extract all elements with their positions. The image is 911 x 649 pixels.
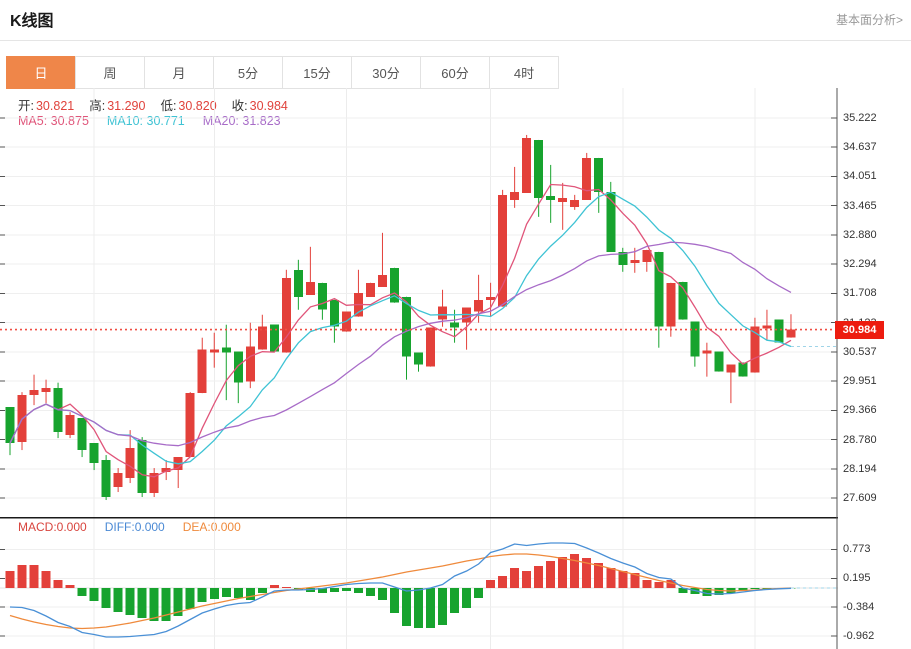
axis-label: -0.384 (843, 600, 905, 614)
axis-label: 34.637 (843, 140, 905, 154)
axis-label: 32.880 (843, 228, 905, 242)
axis-label: 35.222 (843, 111, 905, 125)
tab-60min[interactable]: 60分 (420, 56, 490, 89)
tab-15min[interactable]: 15分 (282, 56, 352, 89)
fundamental-analysis-link[interactable]: 基本面分析> (836, 11, 903, 28)
tab-5min[interactable]: 5分 (213, 56, 283, 89)
axis-label: 30.537 (843, 345, 905, 359)
tab-day[interactable]: 日 (6, 56, 76, 89)
tab-30min[interactable]: 30分 (351, 56, 421, 89)
candlestick-chart[interactable] (0, 88, 838, 649)
period-tab-bar: 日 周 月 5分 15分 30分 60分 4时 (7, 56, 559, 89)
page-title: K线图 (10, 7, 54, 31)
header-divider (0, 40, 911, 41)
tab-4hour[interactable]: 4时 (489, 56, 559, 89)
axis-label: 28.194 (843, 462, 905, 476)
tab-month[interactable]: 月 (144, 56, 214, 89)
axis-label: 28.780 (843, 433, 905, 447)
axis-label: 34.051 (843, 169, 905, 183)
tab-week[interactable]: 周 (75, 56, 145, 89)
kline-chart-widget: K线图 基本面分析> 日 周 月 5分 15分 30分 60分 4时 开:30.… (0, 0, 911, 649)
axis-label: 0.773 (843, 542, 905, 556)
axis-label: 0.195 (843, 571, 905, 585)
axis-label: 29.951 (843, 374, 905, 388)
current-price-tag: 30.984 (835, 321, 884, 339)
axis-label: 27.609 (843, 491, 905, 505)
axis-label: 29.366 (843, 403, 905, 417)
axis-label: 31.708 (843, 286, 905, 300)
axis-label: -0.962 (843, 629, 905, 643)
axis-label: 32.294 (843, 257, 905, 271)
axis-label: 33.465 (843, 199, 905, 213)
